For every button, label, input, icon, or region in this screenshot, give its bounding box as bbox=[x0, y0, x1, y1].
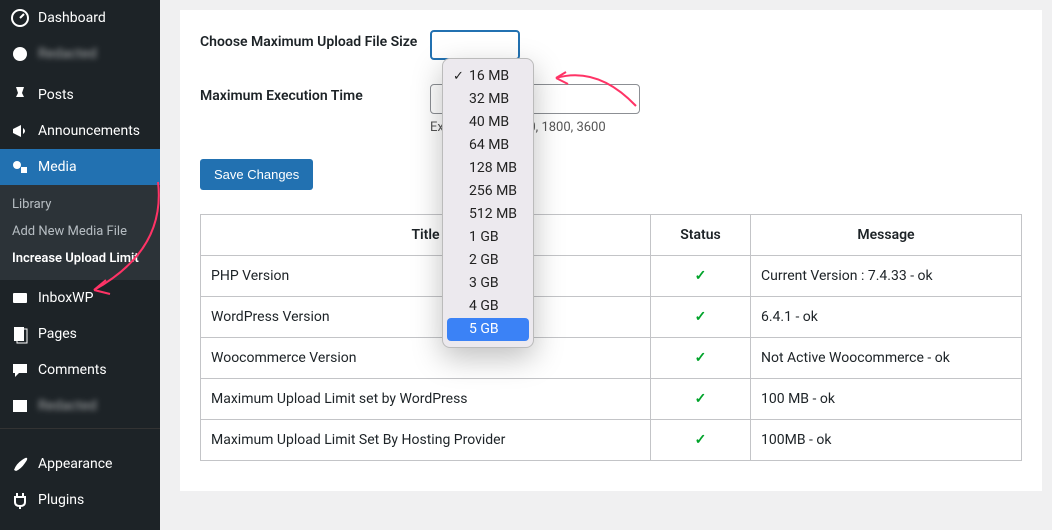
media-icon bbox=[10, 157, 30, 177]
cell-message: Not Active Woocommerce - ok bbox=[751, 338, 1022, 379]
sidebar-item-inboxwp[interactable]: InboxWP bbox=[0, 280, 160, 316]
option-512mb[interactable]: 512 MB bbox=[447, 203, 529, 226]
inbox-icon bbox=[10, 288, 30, 308]
option-32mb[interactable]: 32 MB bbox=[447, 88, 529, 111]
menu-label: Announcements bbox=[38, 123, 140, 139]
sidebar-item-pages[interactable]: Pages bbox=[0, 316, 160, 352]
menu-label: Redacted bbox=[38, 398, 97, 414]
sidebar-item-redacted-2[interactable]: Redacted bbox=[0, 388, 160, 424]
settings-panel: Choose Maximum Upload File Size Maximum … bbox=[180, 10, 1042, 491]
menu-label: Media bbox=[38, 159, 77, 175]
cell-status: ✓ bbox=[651, 338, 751, 379]
option-256mb[interactable]: 256 MB bbox=[447, 180, 529, 203]
table-row: Maximum Upload Limit set by WordPress ✓ … bbox=[201, 379, 1022, 420]
save-changes-button[interactable]: Save Changes bbox=[200, 159, 313, 190]
th-title: Title bbox=[201, 215, 651, 256]
cell-title: PHP Version bbox=[201, 256, 651, 297]
admin-sidebar: Dashboard Redacted Posts Announcements M… bbox=[0, 0, 160, 530]
sidebar-item-plugins[interactable]: Plugins bbox=[0, 482, 160, 518]
sidebar-item-media[interactable]: Media bbox=[0, 149, 160, 185]
menu-label: Appearance bbox=[38, 456, 112, 472]
submenu-add-new[interactable]: Add New Media File bbox=[0, 218, 160, 245]
media-submenu: Library Add New Media File Increase Uplo… bbox=[0, 185, 160, 280]
option-2gb[interactable]: 2 GB bbox=[447, 249, 529, 272]
max-upload-select[interactable] bbox=[430, 30, 520, 60]
sidebar-item-posts[interactable]: Posts bbox=[0, 77, 160, 113]
cell-title: Maximum Upload Limit Set By Hosting Prov… bbox=[201, 420, 651, 461]
max-upload-label: Choose Maximum Upload File Size bbox=[200, 30, 430, 50]
sidebar-item-redacted-1[interactable]: Redacted bbox=[0, 36, 160, 72]
cell-title: Maximum Upload Limit set by WordPress bbox=[201, 379, 651, 420]
option-40mb[interactable]: 40 MB bbox=[447, 111, 529, 134]
sidebar-item-comments[interactable]: Comments bbox=[0, 352, 160, 388]
option-4gb[interactable]: 4 GB bbox=[447, 295, 529, 318]
cell-status: ✓ bbox=[651, 420, 751, 461]
option-3gb[interactable]: 3 GB bbox=[447, 272, 529, 295]
cell-message: 100MB - ok bbox=[751, 420, 1022, 461]
table-row: PHP Version ✓ Current Version : 7.4.33 -… bbox=[201, 256, 1022, 297]
generic-icon bbox=[10, 396, 30, 416]
cell-title: WordPress Version bbox=[201, 297, 651, 338]
menu-label: Comments bbox=[38, 362, 107, 378]
comments-icon bbox=[10, 360, 30, 380]
submenu-increase-upload[interactable]: Increase Upload Limit bbox=[0, 245, 160, 272]
cell-status: ✓ bbox=[651, 256, 751, 297]
menu-label: InboxWP bbox=[38, 290, 93, 306]
sidebar-item-announcements[interactable]: Announcements bbox=[0, 113, 160, 149]
menu-label: Dashboard bbox=[38, 10, 106, 26]
menu-label: Posts bbox=[38, 87, 74, 103]
pin-icon bbox=[10, 85, 30, 105]
dashboard-icon bbox=[10, 8, 30, 28]
brush-icon bbox=[10, 454, 30, 474]
menu-label: Pages bbox=[38, 326, 77, 342]
pages-icon bbox=[10, 324, 30, 344]
generic-icon bbox=[10, 44, 30, 64]
exec-time-label: Maximum Execution Time bbox=[200, 84, 430, 104]
cell-message: 6.4.1 - ok bbox=[751, 297, 1022, 338]
sidebar-item-dashboard[interactable]: Dashboard bbox=[0, 0, 160, 36]
upload-size-dropdown[interactable]: 16 MB 32 MB 40 MB 64 MB 128 MB 256 MB 51… bbox=[442, 58, 534, 348]
megaphone-icon bbox=[10, 121, 30, 141]
th-message: Message bbox=[751, 215, 1022, 256]
option-128mb[interactable]: 128 MB bbox=[447, 157, 529, 180]
cell-status: ✓ bbox=[651, 297, 751, 338]
plugin-icon bbox=[10, 490, 30, 510]
status-table: Title Status Message PHP Version ✓ Curre… bbox=[200, 214, 1022, 461]
cell-message: Current Version : 7.4.33 - ok bbox=[751, 256, 1022, 297]
table-row: Maximum Upload Limit Set By Hosting Prov… bbox=[201, 420, 1022, 461]
option-1gb[interactable]: 1 GB bbox=[447, 226, 529, 249]
cell-message: 100 MB - ok bbox=[751, 379, 1022, 420]
table-row: WordPress Version ✓ 6.4.1 - ok bbox=[201, 297, 1022, 338]
menu-label: Plugins bbox=[38, 492, 84, 508]
cell-status: ✓ bbox=[651, 379, 751, 420]
cell-title: Woocommerce Version bbox=[201, 338, 651, 379]
option-5gb[interactable]: 5 GB bbox=[447, 318, 529, 341]
menu-label: Redacted bbox=[38, 46, 97, 62]
option-16mb[interactable]: 16 MB bbox=[447, 65, 529, 88]
table-row: Woocommerce Version ✓ Not Active Woocomm… bbox=[201, 338, 1022, 379]
submenu-library[interactable]: Library bbox=[0, 191, 160, 218]
th-status: Status bbox=[651, 215, 751, 256]
main-content: Choose Maximum Upload File Size Maximum … bbox=[160, 0, 1052, 530]
sidebar-item-appearance[interactable]: Appearance bbox=[0, 446, 160, 482]
option-64mb[interactable]: 64 MB bbox=[447, 134, 529, 157]
